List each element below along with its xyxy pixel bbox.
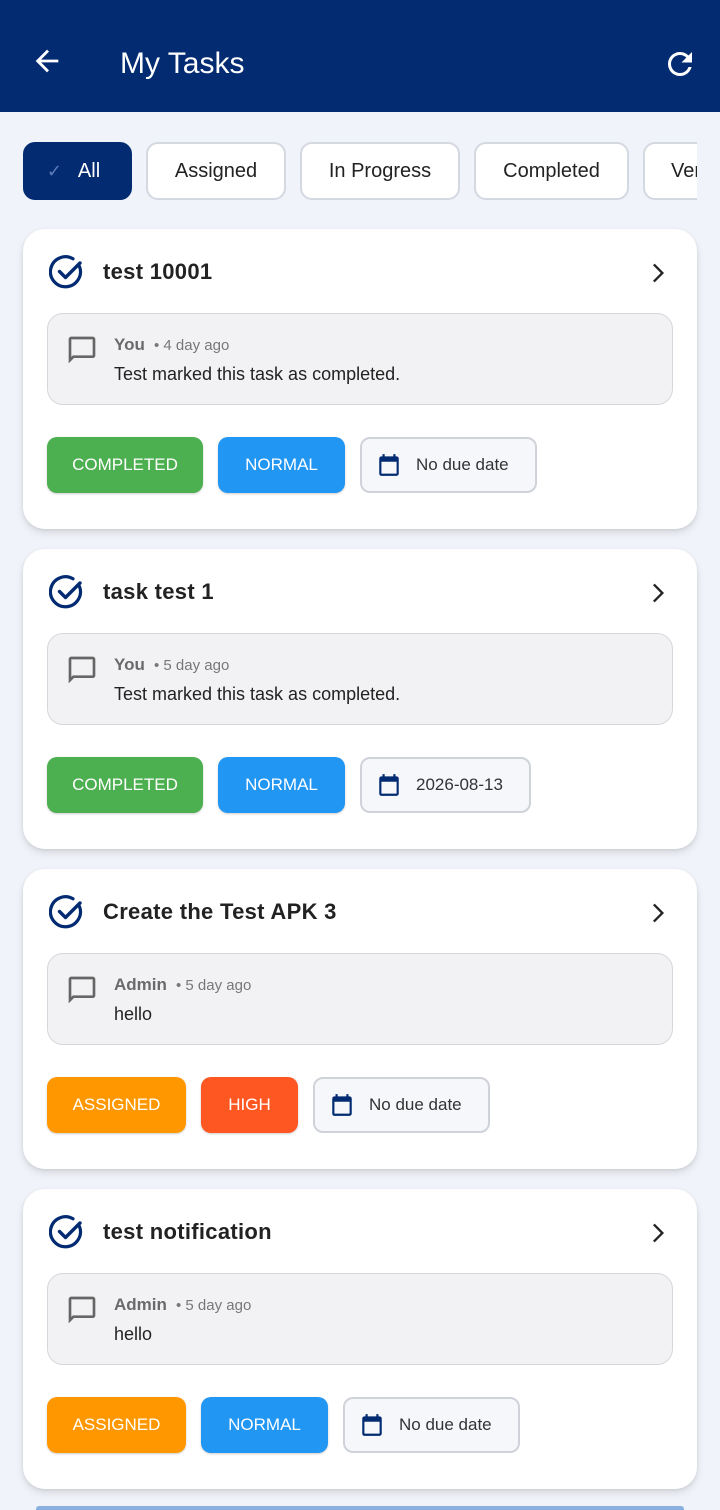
due-date-text: No due date [399,1415,492,1434]
due-date-badge: No due date [343,1397,520,1453]
task-title: test notification [103,1219,272,1244]
comment-time: • 4 day ago [154,337,230,354]
comment-time: • 5 day ago [176,977,252,994]
comment-icon [68,656,96,684]
filter-chip-label: All [77,159,101,182]
task-title: task test 1 [103,579,214,604]
chevron-right-icon[interactable] [643,579,671,607]
chevron-right-icon[interactable] [643,899,671,927]
arrow-left-icon [35,49,59,73]
task-done-icon [49,255,83,289]
calendar-icon [379,454,399,476]
filter-chip-label: Completed [503,159,600,182]
priority-badge: NORMAL [218,437,345,493]
app-bar: My Tasks [0,0,720,112]
calendar-icon [362,1414,382,1436]
comment-author: Admin [114,975,167,994]
comment-author: You [114,655,145,674]
calendar-icon [379,774,399,796]
filter-chip-all[interactable]: ✓ All [23,142,132,200]
next-card-peek [36,1506,684,1510]
comment-author: Admin [114,1295,167,1314]
comment-icon [68,336,96,364]
due-date-badge: No due date [313,1077,490,1133]
due-date-text: No due date [369,1095,462,1114]
filter-bar: ✓ All Assigned In Progress Completed Ver [0,142,697,200]
latest-comment: Admin • 5 day ago hello [47,953,673,1045]
comment-text: Test marked this task as completed. [114,364,401,384]
comment-text: Test marked this task as completed. [114,684,401,704]
refresh-icon [668,52,692,76]
check-icon: ✓ [46,160,62,181]
refresh-button[interactable] [660,44,700,84]
chevron-right-icon[interactable] [643,1219,671,1247]
status-badge: COMPLETED [47,757,203,813]
page-title: My Tasks [120,47,245,80]
latest-comment: You • 4 day ago Test marked this task as… [47,313,673,405]
priority-badge: NORMAL [218,757,345,813]
task-card[interactable]: test notification Admin • 5 day ago hell… [23,1189,697,1489]
calendar-icon [332,1094,352,1116]
due-date-text: 2026-08-13 [416,775,503,794]
filter-chip-verified[interactable]: Ver [643,142,697,200]
task-title: Create the Test APK 3 [103,899,337,924]
comment-text: hello [114,1324,153,1344]
due-date-text: No due date [416,455,509,474]
task-title: test 10001 [103,259,213,284]
comment-icon [68,976,96,1004]
filter-chip-completed[interactable]: Completed [474,142,629,200]
chevron-right-icon[interactable] [643,259,671,287]
back-button[interactable] [26,40,68,82]
task-card[interactable]: task test 1 You • 5 day ago Test marked … [23,549,697,849]
comment-icon [68,1296,96,1324]
due-date-badge: 2026-08-13 [360,757,531,813]
latest-comment: You • 5 day ago Test marked this task as… [47,633,673,725]
filter-chip-label: In Progress [328,159,432,182]
task-card[interactable]: Create the Test APK 3 Admin • 5 day ago … [23,869,697,1169]
filter-chip-label: Ver [671,159,697,182]
priority-badge: NORMAL [201,1397,328,1453]
task-done-icon [49,1215,83,1249]
filter-chip-assigned[interactable]: Assigned [146,142,286,200]
task-done-icon [49,575,83,609]
task-done-icon [49,895,83,929]
comment-time: • 5 day ago [176,1297,252,1314]
priority-badge: HIGH [201,1077,298,1133]
status-badge: ASSIGNED [47,1077,186,1133]
comment-text: hello [114,1004,153,1024]
filter-chip-label: Assigned [174,159,258,182]
due-date-badge: No due date [360,437,537,493]
filter-chip-in-progress[interactable]: In Progress [300,142,460,200]
task-card[interactable]: test 10001 You • 4 day ago Test marked t… [23,229,697,529]
status-badge: ASSIGNED [47,1397,186,1453]
comment-author: You [114,335,145,354]
comment-time: • 5 day ago [154,657,230,674]
latest-comment: Admin • 5 day ago hello [47,1273,673,1365]
status-badge: COMPLETED [47,437,203,493]
